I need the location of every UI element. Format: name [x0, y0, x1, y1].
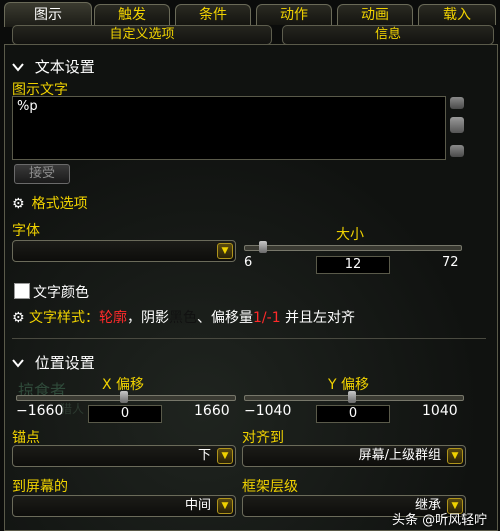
size-value-input[interactable]: 12 — [316, 256, 390, 274]
font-label: 字体 — [12, 223, 40, 239]
size-label: 大小 — [336, 227, 364, 243]
tab-conditions[interactable]: 条件 — [175, 4, 251, 25]
text-color-label: 文字颜色 — [33, 285, 89, 301]
size-slider-track[interactable] — [244, 245, 462, 251]
to-screen-label: 到屏幕的 — [12, 479, 68, 495]
y-offset-slider-thumb[interactable] — [348, 391, 356, 403]
dropdown-arrow-icon[interactable]: ▼ — [217, 243, 233, 259]
tab-load[interactable]: 载入 — [418, 4, 496, 25]
text-style-prefix: 文字样式： — [29, 310, 100, 326]
align-to-dropdown-value: 屏幕/上级群组 — [358, 448, 441, 463]
anchor-dropdown-value: 下 — [197, 448, 211, 463]
size-min: 6 — [244, 255, 253, 270]
position-settings-header[interactable]: 位置设置 — [12, 352, 95, 373]
dropdown-arrow-icon[interactable]: ▼ — [217, 498, 233, 514]
subtab-custom-options[interactable]: 自定义选项 — [12, 25, 272, 45]
anchor-label: 锚点 — [12, 430, 40, 446]
chevron-down-icon — [12, 354, 26, 372]
format-options-label: 格式选项 — [31, 196, 88, 212]
text-style-mid1: ，阴影 — [127, 310, 170, 326]
text-style-suffix: 并且左对齐 — [280, 310, 356, 326]
y-offset-max: 1040 — [422, 403, 458, 419]
font-dropdown[interactable]: ▼ — [12, 240, 236, 262]
x-offset-input[interactable]: 0 — [88, 405, 162, 423]
tab-trigger[interactable]: 触发 — [94, 4, 170, 25]
text-style-row[interactable]: ⚙ 文字样式：轮廓，阴影黑色、偏移量1/-1 并且左对齐 — [12, 307, 355, 327]
frame-level-label: 框架层级 — [242, 479, 298, 495]
section-divider — [12, 338, 486, 339]
text-settings-title: 文本设置 — [34, 58, 95, 76]
align-to-label: 对齐到 — [242, 430, 284, 446]
size-slider-thumb[interactable] — [259, 241, 268, 253]
text-settings-header[interactable]: 文本设置 — [12, 56, 95, 77]
scroll-down-button[interactable] — [450, 145, 464, 157]
to-screen-dropdown-value: 中间 — [184, 498, 211, 513]
text-style-offset: 1/-1 — [253, 310, 281, 326]
background-text-2: 猎人 — [60, 402, 85, 416]
anchor-dropdown[interactable]: 下 ▼ — [12, 445, 236, 467]
position-settings-title: 位置设置 — [34, 354, 95, 372]
tab-display[interactable]: 图示 — [4, 2, 92, 27]
y-offset-min: −1040 — [244, 403, 292, 419]
subtab-info[interactable]: 信息 — [282, 25, 494, 45]
display-text-value[interactable]: %p — [17, 99, 38, 114]
size-max: 72 — [442, 255, 459, 270]
scroll-up-button[interactable] — [450, 97, 464, 109]
x-offset-min: −1660 — [16, 403, 64, 419]
scrollbar-thumb[interactable] — [450, 117, 464, 133]
text-style-outline: 轮廓 — [99, 310, 128, 326]
text-style-mid2: 、偏移量 — [197, 310, 254, 326]
y-offset-input[interactable]: 0 — [316, 405, 390, 423]
text-style-shadow-color: 黑色 — [169, 310, 198, 326]
dropdown-arrow-icon[interactable]: ▼ — [447, 448, 463, 464]
display-text-area[interactable]: %p — [12, 96, 446, 160]
gear-icon: ⚙ — [12, 196, 25, 212]
gear-icon: ⚙ — [12, 310, 25, 326]
x-offset-slider-thumb[interactable] — [120, 391, 128, 403]
chevron-down-icon — [12, 58, 26, 76]
x-offset-max: 1660 — [194, 403, 230, 419]
text-color-checkbox[interactable] — [14, 283, 30, 299]
watermark: 头条 @听风轻咛 — [392, 513, 488, 528]
format-options-row[interactable]: ⚙ 格式选项 — [12, 193, 88, 213]
tab-animations[interactable]: 动画 — [337, 4, 413, 25]
align-to-dropdown[interactable]: 屏幕/上级群组 ▼ — [242, 445, 466, 467]
accept-button[interactable]: 接受 — [14, 164, 70, 184]
dropdown-arrow-icon[interactable]: ▼ — [217, 448, 233, 464]
tab-actions[interactable]: 动作 — [256, 4, 332, 25]
to-screen-dropdown[interactable]: 中间 ▼ — [12, 495, 236, 517]
